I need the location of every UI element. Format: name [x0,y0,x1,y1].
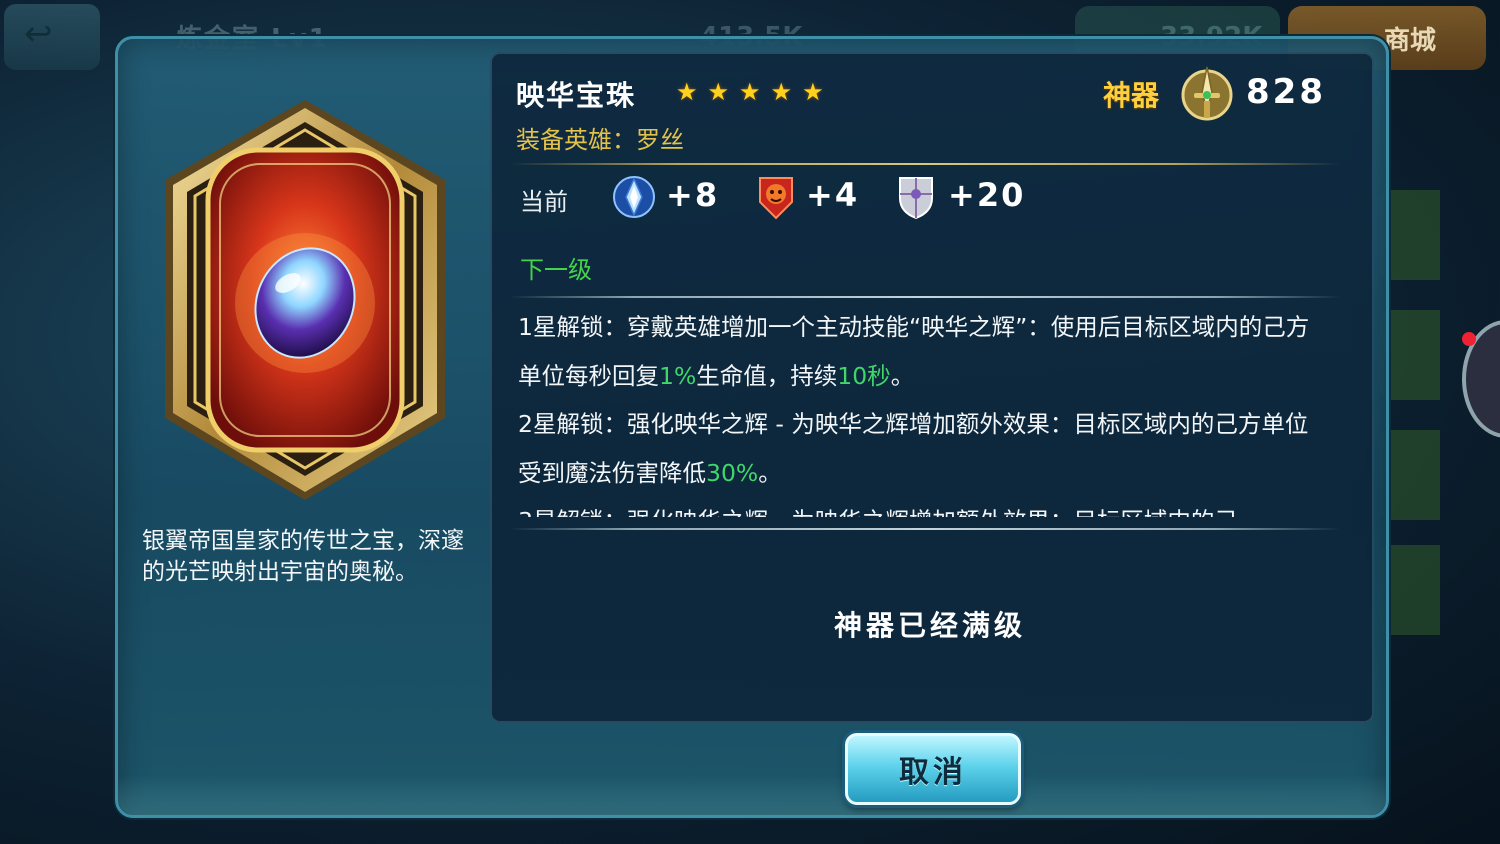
equipped-hero: 装备英雄：罗丝 [516,126,684,154]
skill-unlock-3: 3星解锁：强化映华之辉 - 为映华之辉增加额外效果：目标区域内的己 [518,497,1328,517]
mana-gem-icon [613,176,655,218]
divider [510,163,1340,165]
skill-list[interactable]: 1星解锁：穿戴英雄增加一个主动技能“映华之辉”：使用后目标区域内的己方单位每秒回… [518,303,1328,517]
star-icon: ★ [770,78,793,106]
star-rating: ★ ★ ★ ★ ★ [676,78,824,106]
stat-mana-value: +8 [666,176,720,214]
star-icon: ★ [802,78,824,106]
next-level-label: 下一级 [520,256,592,284]
skill-unlock-1: 1星解锁：穿戴英雄增加一个主动技能“映华之辉”：使用后目标区域内的己方单位每秒回… [518,313,1310,390]
shield-icon [899,177,933,220]
current-label: 当前 [520,188,568,216]
artifact-name: 映华宝珠 [516,79,637,112]
back-arrow-icon: ↩ [24,14,53,54]
skill-unlock-2: 2星解锁：强化映华之辉 - 为映华之辉增加额外效果：目标区域内的己方单位受到魔法… [518,410,1309,487]
divider [510,296,1340,298]
cancel-button[interactable]: 取消 [845,733,1021,805]
side-tab[interactable] [1380,310,1440,400]
star-icon: ★ [676,78,698,106]
dialog-glow [118,775,1386,815]
side-tab[interactable] [1380,190,1440,280]
star-icon: ★ [739,78,761,106]
star-icon: ★ [707,78,730,106]
stat-attack-value: +4 [806,176,860,214]
side-tab[interactable] [1380,545,1440,635]
notification-dot [1462,332,1476,346]
shop-label: 商城 [1384,26,1437,56]
side-tab[interactable] [1380,430,1440,520]
artifact-description: 银翼帝国皇家的传世之宝，深邃的光芒映射出宇宙的奥秘。 [142,528,464,585]
artifact-power: 828 [1246,72,1326,112]
artifact-sword-icon [1181,66,1233,121]
lion-crest-icon [759,177,793,220]
artifact-type-label: 神器 [1103,79,1160,112]
max-level-notice: 神器已经满级 [833,609,1026,642]
cancel-button-label: 取消 [899,755,967,790]
stat-defense-value: +20 [948,176,1026,214]
artifact-emblem-icon [165,100,445,500]
divider [510,528,1340,530]
